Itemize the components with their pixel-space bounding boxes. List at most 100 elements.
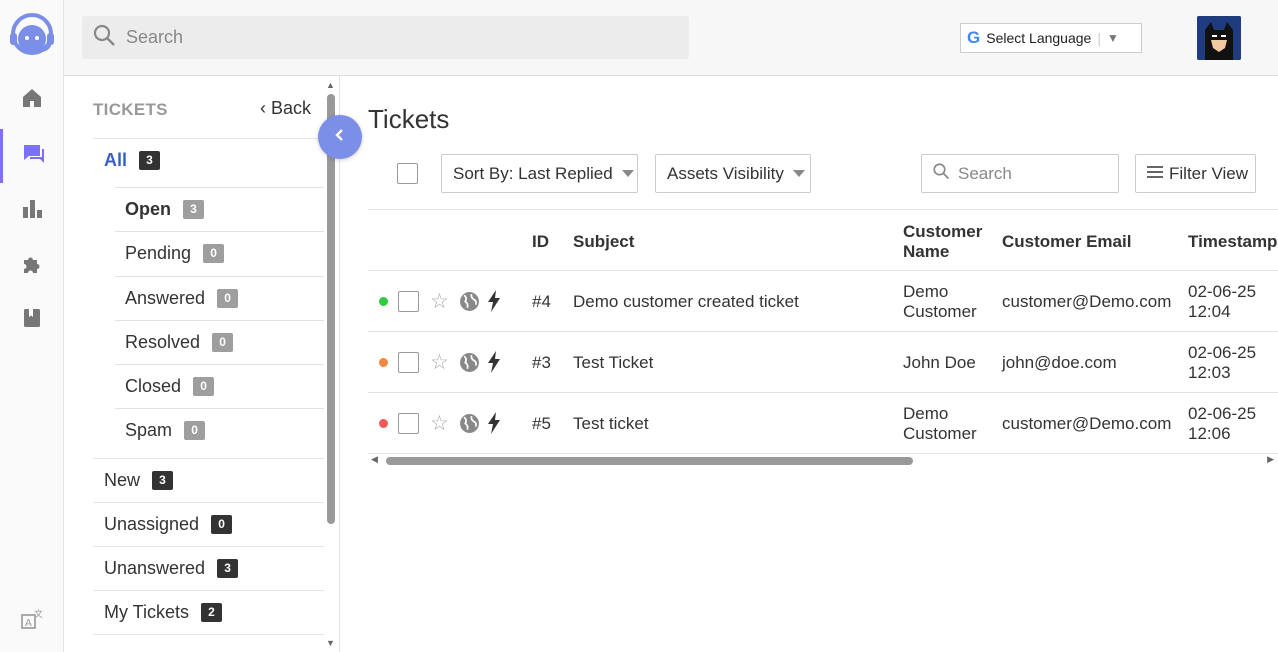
customer-name: John Doe (903, 353, 976, 372)
row-checkbox[interactable] (398, 352, 419, 373)
language-label: Select Language (986, 30, 1092, 46)
app-rail: A文 (0, 0, 64, 652)
menu-icon (1147, 164, 1163, 184)
count-badge: 3 (139, 151, 161, 170)
divider: | (1097, 30, 1101, 46)
reports-nav[interactable] (0, 184, 64, 238)
sidebar-item-resolved[interactable]: Resolved 0 (115, 320, 324, 364)
sidebar-item-label: Spam (125, 420, 173, 440)
timestamp-date: 02-06-25 (1188, 282, 1257, 301)
star-icon[interactable]: ☆ (430, 289, 449, 314)
column-customer-name-line1: Customer (903, 222, 983, 241)
helpdesk-logo-icon[interactable] (7, 9, 57, 63)
scrollbar-thumb[interactable] (386, 457, 913, 465)
column-id[interactable]: ID (532, 232, 549, 252)
sidebar-item-pending[interactable]: Pending 0 (115, 231, 324, 275)
count-badge: 3 (152, 471, 174, 490)
status-dot (379, 419, 388, 428)
count-badge: 3 (217, 559, 239, 578)
tickets-nav[interactable] (0, 129, 64, 183)
customer-email: john@doe.com (1002, 353, 1117, 372)
sidebar-heading: TICKETS (93, 100, 168, 119)
ticket-subject[interactable]: Test Ticket (573, 353, 653, 373)
sidebar-item-unanswered[interactable]: Unanswered 3 (93, 546, 324, 590)
filter-view-button[interactable]: Filter View (1135, 154, 1256, 193)
translate-nav[interactable]: A文 (0, 595, 64, 649)
sidebar-item-new[interactable]: New 3 (93, 458, 324, 502)
sidebar-item-my-tickets[interactable]: My Tickets 2 (93, 590, 324, 634)
assets-visibility-dropdown[interactable]: Assets Visibility (655, 154, 811, 193)
count-badge: 0 (212, 333, 234, 352)
table-horizontal-scrollbar[interactable]: ◀ ▶ (368, 453, 1278, 469)
column-customer-name-line2: Name (903, 242, 950, 261)
tickets-sidebar: TICKETS ‹ Back All 3 Open 3 Pending 0 An… (64, 76, 340, 652)
sidebar-item-label: My Tickets (104, 602, 190, 622)
search-icon (932, 162, 950, 185)
caret-down-icon (621, 170, 634, 177)
sidebar-scrollbar[interactable] (327, 94, 335, 524)
sidebar-item-unassigned[interactable]: Unassigned 0 (93, 502, 324, 546)
knowledgebase-nav[interactable] (0, 293, 64, 347)
count-badge: 0 (193, 377, 215, 396)
svg-text:A: A (25, 618, 32, 629)
customer-name: Demo Customer (903, 404, 977, 444)
timestamp-time: 12:03 (1188, 363, 1231, 382)
timestamp: 02-06-25 12:04 (1188, 282, 1256, 322)
count-badge: 2 (201, 603, 223, 622)
globe-icon (459, 413, 480, 439)
star-icon[interactable]: ☆ (430, 411, 449, 436)
sidebar-item-label: Pending (125, 243, 192, 263)
collapse-sidebar-button[interactable] (318, 115, 362, 159)
scroll-up-arrow-icon[interactable]: ▲ (326, 80, 335, 90)
sidebar-item-label: New (104, 470, 141, 490)
ticket-id: #4 (532, 292, 551, 311)
sort-dropdown[interactable]: Sort By: Last Replied (441, 154, 638, 193)
sidebar-item-open[interactable]: Open 3 (115, 187, 324, 231)
back-button[interactable]: ‹ Back (260, 98, 311, 119)
row-checkbox[interactable] (398, 291, 419, 312)
globe-icon (459, 291, 480, 317)
row-checkbox[interactable] (398, 413, 419, 434)
ticket-subject[interactable]: Demo customer created ticket (573, 292, 799, 312)
column-customer-name[interactable]: Customer Name (903, 222, 982, 262)
sidebar-item-closed[interactable]: Closed 0 (115, 364, 324, 408)
global-search-input[interactable] (126, 27, 666, 48)
sidebar-item-spam[interactable]: Spam 0 (115, 408, 324, 452)
lightning-icon (487, 290, 501, 317)
sidebar-item-all[interactable]: All 3 (93, 138, 324, 182)
dropdown-arrow-icon: ▼ (1106, 31, 1119, 45)
star-icon[interactable]: ☆ (430, 350, 449, 375)
sidebar-item-label: Answered (125, 288, 206, 308)
table-row[interactable]: ☆ #3 Test Ticket John Doe john@doe.com 0… (368, 332, 1278, 393)
sidebar-item-label: Closed (125, 376, 182, 396)
ticket-search-input[interactable] (958, 163, 1108, 184)
home-nav[interactable] (0, 73, 64, 127)
sidebar-item-partial (93, 634, 324, 652)
scroll-left-arrow-icon[interactable]: ◀ (371, 454, 378, 465)
column-customer-email[interactable]: Customer Email (1002, 232, 1131, 252)
column-timestamp[interactable]: Timestamp (1188, 232, 1277, 252)
reports-icon (20, 197, 44, 226)
ticket-search[interactable] (921, 154, 1119, 193)
sidebar-item-answered[interactable]: Answered 0 (115, 276, 324, 320)
sort-label: Sort By: Last Replied (453, 163, 613, 183)
search-icon (92, 23, 116, 52)
user-avatar[interactable] (1197, 16, 1241, 60)
scroll-right-arrow-icon[interactable]: ▶ (1267, 454, 1274, 465)
ticket-id: #5 (532, 414, 551, 433)
sidebar-item-label: All (104, 150, 128, 170)
global-search[interactable] (82, 16, 689, 59)
column-subject[interactable]: Subject (573, 232, 634, 252)
apps-nav[interactable] (0, 239, 64, 293)
select-all-checkbox[interactable] (397, 163, 418, 184)
timestamp: 02-06-25 12:06 (1188, 404, 1256, 444)
count-badge: 0 (211, 515, 233, 534)
google-icon: G (967, 28, 981, 47)
scroll-down-arrow-icon[interactable]: ▼ (326, 638, 335, 648)
table-row[interactable]: ☆ #4 Demo customer created ticket Demo C… (368, 271, 1278, 332)
table-row[interactable]: ☆ #5 Test ticket Demo Customer customer@… (368, 393, 1278, 454)
ticket-subject[interactable]: Test ticket (573, 414, 649, 434)
customer-name: Demo Customer (903, 282, 977, 322)
language-selector[interactable]: G Select Language | ▼ (960, 23, 1142, 53)
customer-name-line2: Customer (903, 302, 977, 321)
